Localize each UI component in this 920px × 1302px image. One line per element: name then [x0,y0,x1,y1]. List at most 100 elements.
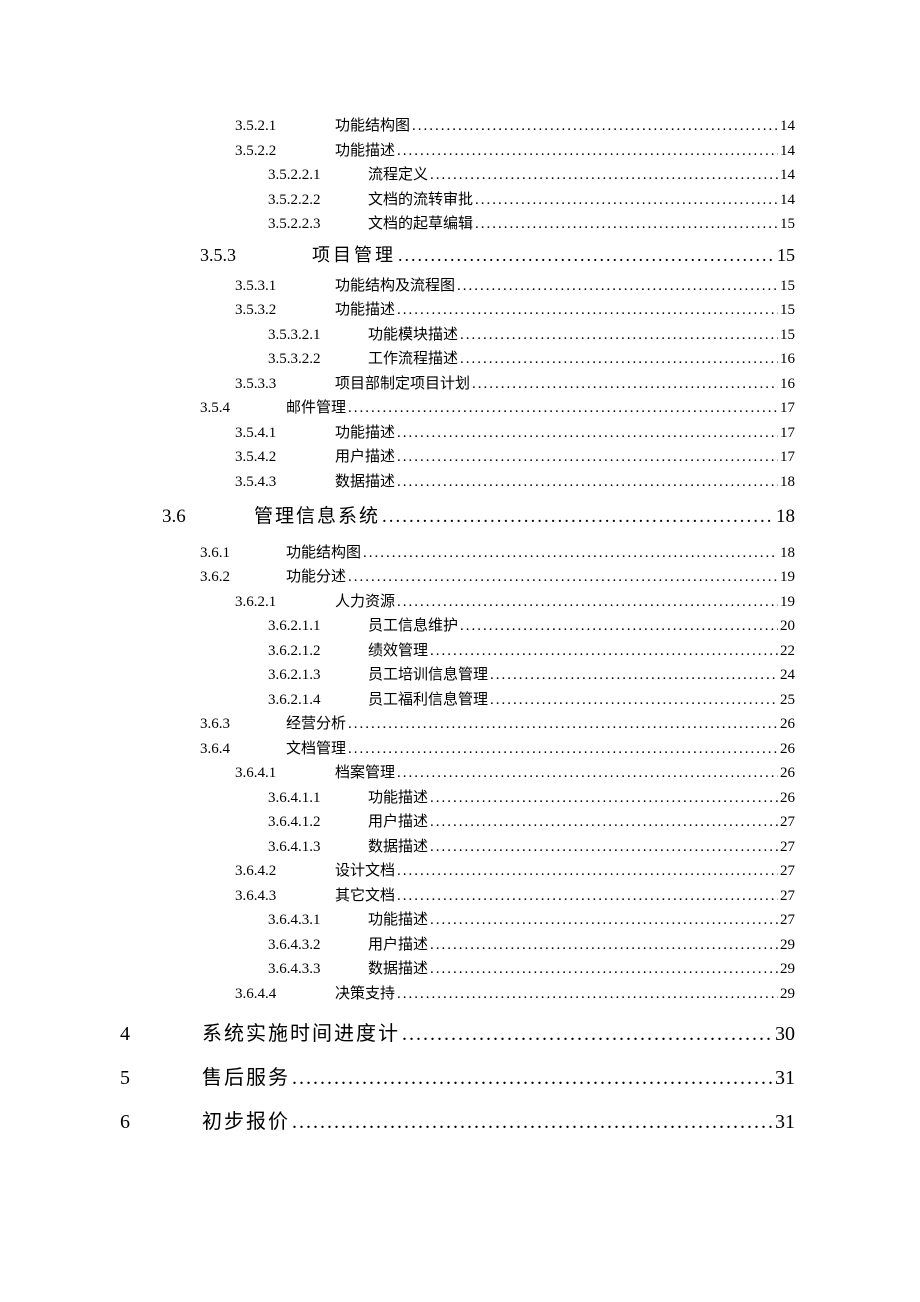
toc-entry-page: 15 [780,213,795,236]
toc-entry: 3.5.2.1功能结构图14 [235,115,795,138]
toc-entry-number: 3.5.2.2.2 [268,189,346,212]
toc-entry-page: 15 [780,324,795,347]
toc-entry-title: 功能结构图 [286,542,361,565]
toc-entry-title: 系统实施时间进度计 [202,1019,400,1049]
toc-entry-title: 数据描述 [368,836,428,859]
toc-entry-number: 3.6.2.1.1 [268,615,346,638]
toc-entry-page: 14 [780,140,795,163]
toc-entry-title: 决策支持 [335,983,395,1006]
toc-entry-number: 3.5.2.1 [235,115,313,138]
toc-entry-page: 14 [780,164,795,187]
toc-entry: 3.5.3.2.2工作流程描述16 [268,348,795,371]
toc-leader-dots [430,934,778,957]
toc-entry-page: 26 [780,738,795,761]
toc-entry-number: 3.6.2.1.3 [268,664,346,687]
toc-entry-title: 项目部制定项目计划 [335,373,470,396]
toc-entry: 3.6.4.1.3数据描述27 [268,836,795,859]
toc-entry-page: 30 [775,1019,795,1049]
toc-entry-title: 员工培训信息管理 [368,664,488,687]
toc-leader-dots [397,591,778,614]
toc-entry-number: 3.6 [162,503,232,532]
toc-entry: 3.6管理信息系统18 [162,503,795,532]
toc-entry: 5售后服务31 [120,1063,795,1093]
toc-entry: 3.5.4.1功能描述17 [235,422,795,445]
toc-leader-dots [412,115,778,138]
toc-entry-number: 5 [120,1063,180,1093]
toc-entry-title: 数据描述 [368,958,428,981]
toc-entry-title: 档案管理 [335,762,395,785]
toc-entry: 3.6.2功能分述19 [200,566,795,589]
toc-entry-page: 16 [780,373,795,396]
toc-entry-page: 29 [780,934,795,957]
toc-leader-dots [430,164,778,187]
toc-leader-dots [397,885,778,908]
toc-entry: 3.6.4.3.2 用户描述 29 [268,934,795,957]
toc-leader-dots [382,503,774,532]
toc-entry-page: 31 [775,1107,795,1137]
toc-entry-page: 25 [780,689,795,712]
toc-entry-title: 设计文档 [335,860,395,883]
toc-entry-number: 3.6.1 [200,542,264,565]
toc-leader-dots [397,140,778,163]
toc-entry-number: 3.5.3.2.2 [268,348,346,371]
toc-entry: 3.5.3.2功能描述15 [235,299,795,322]
toc-leader-dots [490,689,778,712]
toc-leader-dots [397,860,778,883]
toc-entry-page: 17 [780,397,795,420]
toc-leader-dots [397,471,778,494]
toc-entry-number: 3.6.2.1.4 [268,689,346,712]
toc-entry: 3.5.3.3项目部制定项目计划16 [235,373,795,396]
toc-entry-page: 27 [780,836,795,859]
toc-entry-number: 3.5.3 [200,242,290,269]
toc-entry-title: 用户描述 [335,446,395,469]
toc-entry-number: 3.6.4.3.3 [268,958,346,981]
toc-entry: 3.5.2.2.1流程定义14 [268,164,795,187]
toc-leader-dots [460,348,778,371]
toc-entry-page: 18 [780,471,795,494]
toc-entry-title: 员工福利信息管理 [368,689,488,712]
toc-entry-number: 3.6.4.3.2 [268,934,346,957]
toc-entry-page: 26 [780,762,795,785]
toc-leader-dots [348,738,778,761]
toc-leader-dots [397,299,778,322]
toc-entry-page: 22 [780,640,795,663]
toc-entry-number: 4 [120,1019,180,1049]
toc-entry-title: 文档的流转审批 [368,189,473,212]
toc-leader-dots [460,615,778,638]
toc-entry-number: 3.5.4 [200,397,264,420]
toc-entry-number: 3.5.3.1 [235,275,313,298]
toc-entry-title: 用户描述 [368,934,428,957]
toc-entry: 3.6.2.1.2绩效管理22 [268,640,795,663]
toc-entry-title: 邮件管理 [286,397,346,420]
toc-leader-dots [430,811,778,834]
toc-entry: 3.5.2.2.2文档的流转审批14 [268,189,795,212]
toc-entry-number: 3.6.4.1.1 [268,787,346,810]
toc-entry-page: 16 [780,348,795,371]
toc-entry: 3.6.4.1.2用户描述27 [268,811,795,834]
toc-entry-page: 24 [780,664,795,687]
toc-entry-title: 功能描述 [368,909,428,932]
toc-entry-title: 员工信息维护 [368,615,458,638]
toc-entry-page: 18 [780,542,795,565]
toc-entry-number: 3.6.4.3 [235,885,313,908]
toc-entry-title: 绩效管理 [368,640,428,663]
toc-entry-title: 功能描述 [335,422,395,445]
toc-leader-dots [475,213,778,236]
toc-entry-number: 3.5.2.2.1 [268,164,346,187]
toc-entry-page: 14 [780,115,795,138]
toc-entry: 3.5.3项目管理15 [200,242,795,269]
toc-entry-number: 3.6.3 [200,713,264,736]
toc-entry-title: 经营分析 [286,713,346,736]
toc-entry-page: 26 [780,713,795,736]
toc-entry: 3.6.4.4决策支持29 [235,983,795,1006]
toc-entry: 3.6.4.2设计文档27 [235,860,795,883]
toc-entry-number: 3.6.4.1 [235,762,313,785]
toc-entry-page: 17 [780,446,795,469]
toc-entry: 3.5.2.2功能描述14 [235,140,795,163]
toc-leader-dots [430,958,778,981]
toc-entry: 3.5.2.2.3文档的起草编辑15 [268,213,795,236]
toc-entry: 3.5.4 邮件管理 17 [200,397,795,420]
toc-leader-dots [460,324,778,347]
toc-entry: 4 系统实施时间进度计 30 [120,1019,795,1049]
toc-entry-page: 29 [780,958,795,981]
